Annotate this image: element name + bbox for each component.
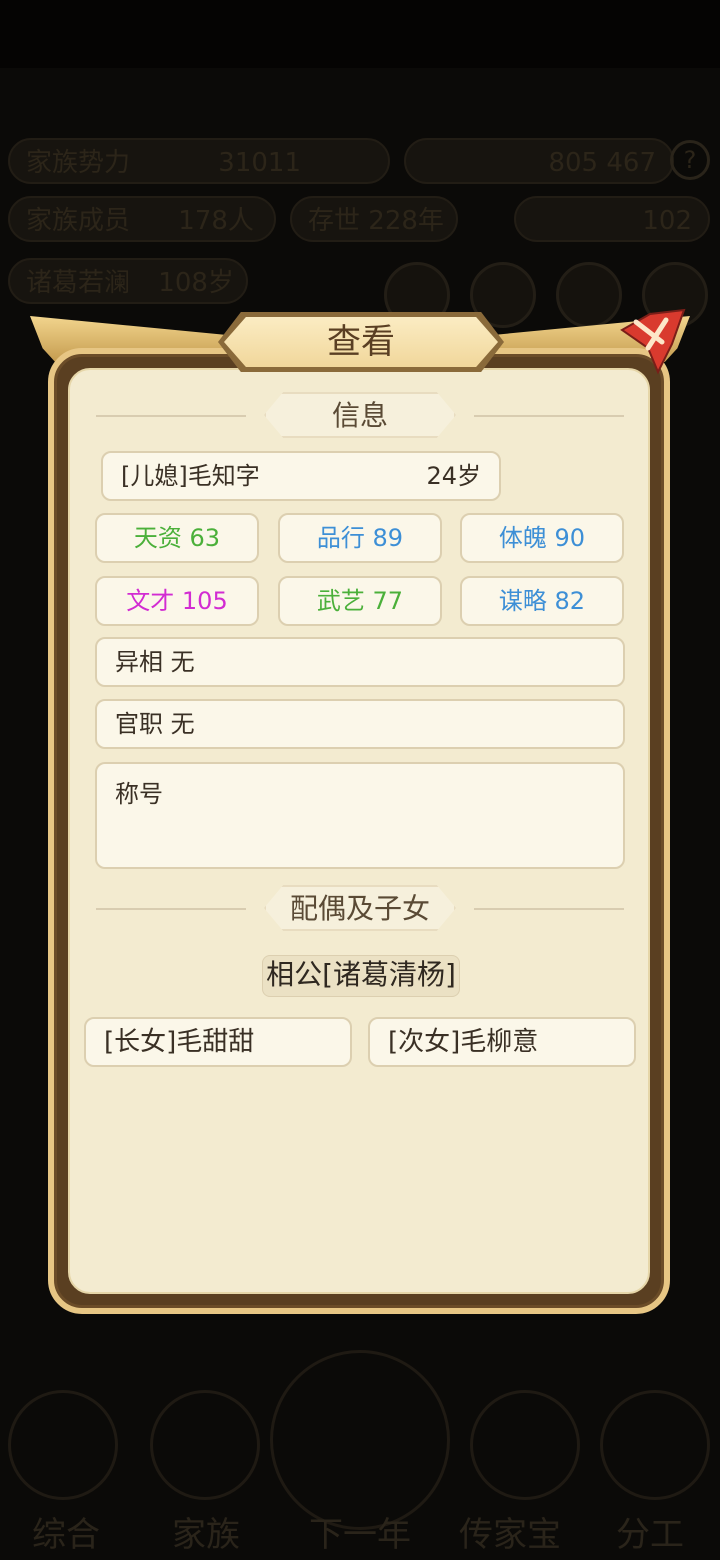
nav-item[interactable]: 下一年 [300,1507,420,1556]
divider-line [474,415,624,417]
nav-ring [470,1390,580,1500]
nav-item[interactable]: 分工 [590,1507,710,1556]
status-bar-area [0,0,720,68]
stat-literary: 文才 105 [95,576,259,626]
divider-line [96,415,246,417]
section-header-info: 信息 [96,392,624,440]
resource-b-value: 467 [606,148,656,178]
leader-age: 108岁 [158,268,234,298]
bottom-nav: 综合 家族 下一年 传家宝 分工 [0,1350,720,1560]
help-icon[interactable]: ? [670,140,710,180]
stat-talent: 天资 63 [95,513,259,563]
members-pill: 家族成员 178人 [8,196,276,242]
nav-item[interactable]: 传家宝 [450,1507,570,1556]
person-name: [儿媳]毛知字 [121,462,260,490]
person-age: 24岁 [426,462,481,490]
section-title: 配偶及子女 [264,885,456,931]
years-label: 存世 [308,206,361,236]
members-label: 家族成员 [26,206,131,236]
divider-line [474,908,624,910]
stat-strategy: 谋略 82 [460,576,624,626]
nav-item[interactable]: 家族 [146,1507,266,1556]
family-power-pill: 家族势力 31011 [8,138,390,184]
titles-label: 称号 [115,780,163,808]
food-value: 102 [642,206,692,236]
nav-ring [600,1390,710,1500]
child-item[interactable]: [长女]毛甜甜 [84,1017,352,1067]
members-value: 178人 [178,206,254,236]
person-card: [儿媳]毛知字 24岁 [101,451,501,501]
office-row: 官职 无 [95,699,625,749]
years-pill: 存世 228年 [290,196,458,242]
years-value: 228年 [368,206,444,236]
titles-box: 称号 [95,762,625,869]
leader-pill: 诸葛若澜 108岁 [8,258,248,304]
close-icon [620,308,686,375]
family-power-value: 31011 [218,148,301,178]
spouse-button[interactable]: 相公[诸葛清杨] [262,955,460,997]
divider-line [96,908,246,910]
menu-circle-icon[interactable] [556,262,622,328]
section-header-family: 配偶及子女 [96,885,624,933]
nav-ring [8,1390,118,1500]
family-power-label: 家族势力 [26,148,131,178]
dialog-title: 查看 [224,317,498,367]
resource-a-value: 805 [548,148,599,178]
stat-morality: 品行 89 [278,513,442,563]
nav-ring [270,1350,450,1530]
stat-physique: 体魄 90 [460,513,624,563]
stat-martial: 武艺 77 [278,576,442,626]
nav-item[interactable]: 综合 [6,1507,126,1556]
child-item[interactable]: [次女]毛柳意 [368,1017,636,1067]
nav-ring [150,1390,260,1500]
close-button[interactable] [614,308,688,382]
food-pill: 102 [514,196,710,242]
trait-row: 异相 无 [95,637,625,687]
leader-name: 诸葛若澜 [26,268,131,298]
resources-pill: 805 467 [404,138,674,184]
section-title: 信息 [264,392,456,438]
